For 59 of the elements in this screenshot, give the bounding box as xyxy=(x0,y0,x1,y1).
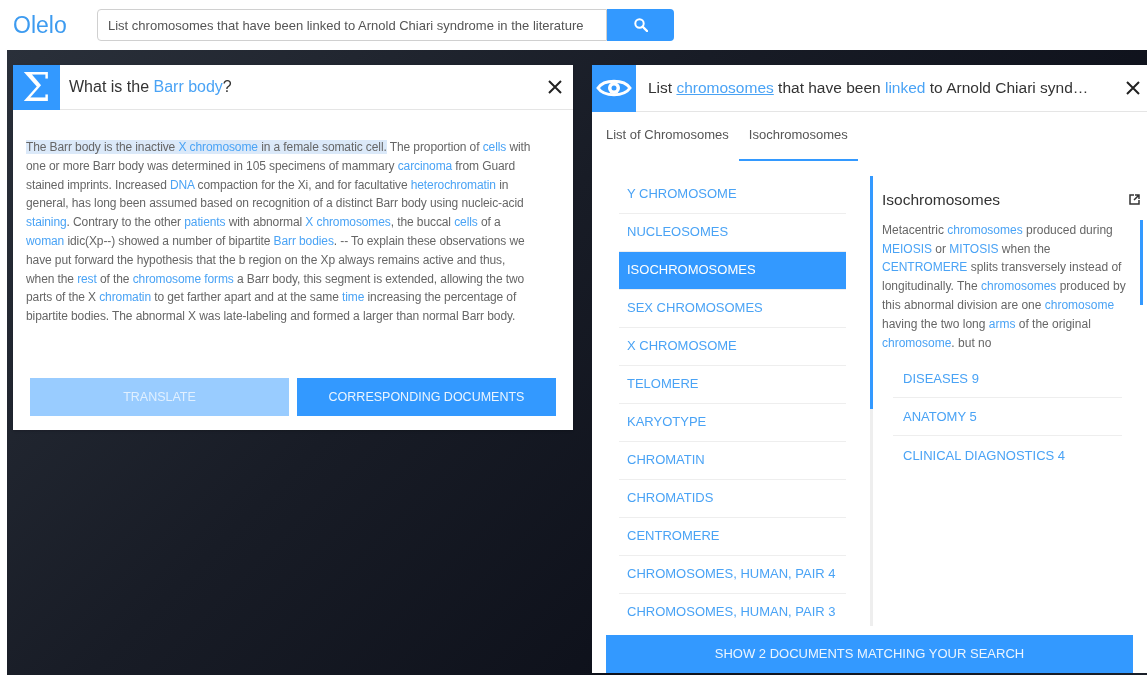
link[interactable]: chromosomes xyxy=(980,279,1057,294)
link[interactable]: woman xyxy=(26,234,65,248)
list-item[interactable]: KARYOTYPE xyxy=(619,403,846,442)
link[interactable]: MITOSIS xyxy=(949,241,999,256)
card-title: List chromosomes that have been linked to Arnold Chiari synd… xyxy=(648,78,1090,99)
sigma-icon: Σ xyxy=(13,64,60,110)
logo[interactable]: Olelo xyxy=(13,7,97,43)
link[interactable]: X chromosomes xyxy=(305,215,391,230)
search-field[interactable]: List chromosomes that have been linked to Arnold Chiari syndrome in the literature xyxy=(97,9,607,41)
link[interactable]: cells xyxy=(482,140,507,154)
tab[interactable]: List of Chromosomes xyxy=(606,125,729,161)
close-icon[interactable] xyxy=(1126,81,1140,95)
scrollbar-thumb[interactable] xyxy=(1140,219,1143,305)
list-item[interactable]: CHROMATIDS xyxy=(619,479,846,518)
list-item[interactable]: CHROMATIN xyxy=(619,441,846,480)
list-item[interactable]: CENTROMERE xyxy=(619,517,846,556)
search-icon xyxy=(633,18,648,32)
link[interactable]: heterochromatin xyxy=(410,177,496,192)
link[interactable]: X chromosome xyxy=(178,140,258,154)
list-item[interactable]: CHROMOSOMES, HUMAN, PAIR 4 xyxy=(619,555,846,594)
link[interactable]: arms xyxy=(988,316,1016,331)
documents-button[interactable]: CORRESPONDING DOCUMENTS xyxy=(297,378,556,416)
link[interactable]: Barr body xyxy=(153,78,223,95)
link[interactable]: patients xyxy=(184,215,226,230)
link[interactable]: MEIOSIS xyxy=(882,241,932,256)
list-item[interactable]: Y CHROMOSOME xyxy=(619,175,846,214)
category-link[interactable]: ANATOMY 5 xyxy=(893,398,1122,437)
link[interactable]: carcinoma xyxy=(397,158,453,173)
list-item[interactable]: TELOMERE xyxy=(619,365,846,404)
answer-paragraph: The Barr body is the inactive X chromosome in a female somatic cell. The proportion of cells with one or more Barr body was determined in 105 specimens of mammary carcinoma from Guard stained imprints. Increased DNA compaction for the Xi, and for facultative heterochromatin in general, has long been assumed based on recognition of a distinct Barr body using nucleic-acid staining. Contrary to the other patients with abnormal X chromosomes, the buccal cells of a woman idic(Xp--) showed a number of bipartite Barr bodies. -- To explain these observations we have put forward the hypothesis that the b region on the Xp always remains active and thus, when the rest of the chromosome forms a Barr body, this segment is extended, allowing the two parts of the X chromatin to get farther apart and at the same time increasing the percentage of bipartite bodies. The abnormal X was late-labeling and formed a larger than normal Barr body. xyxy=(26,139,532,326)
link[interactable]: staining xyxy=(26,215,67,230)
link[interactable]: DNA xyxy=(169,177,195,192)
link[interactable]: Barr bodies xyxy=(273,234,334,248)
close-icon[interactable] xyxy=(548,80,562,94)
list-item[interactable]: CHROMOSOMES, HUMAN, PAIR 3 xyxy=(619,593,846,626)
tab[interactable]: Isochromosomes xyxy=(738,125,858,161)
category-link[interactable]: CLINICAL DIAGNOSTICS 4 xyxy=(893,436,1122,475)
detail-description: Metacentric chromosomes produced during MEIOSIS or MITOSIS when the CENTROMERE splits transversely instead of longitudinally. The chromosomes produced by this abnormal division are one chromosome having the two long arms of the original chromosome. but no xyxy=(882,221,1127,352)
show-documents-button[interactable]: SHOW 2 DOCUMENTS MATCHING YOUR SEARCH xyxy=(606,634,1133,673)
detail-title: Isochromosomes xyxy=(882,189,1000,210)
link[interactable]: chromosome xyxy=(1044,297,1115,312)
link[interactable]: linked xyxy=(884,79,926,97)
link[interactable]: chromosomes xyxy=(947,222,1023,237)
external-link-icon[interactable] xyxy=(1129,193,1140,205)
list-item[interactable]: NUCLEOSOMES xyxy=(619,213,846,252)
category-link[interactable]: DISEASES 9 xyxy=(893,360,1122,399)
link[interactable]: rest xyxy=(77,271,97,286)
card-title: What is the Barr body? xyxy=(69,77,233,97)
link[interactable]: time xyxy=(342,290,365,305)
link[interactable]: chromosomes xyxy=(676,79,774,97)
link[interactable]: chromosome forms xyxy=(132,271,234,286)
list-item[interactable]: SEX CHROMOSOMES xyxy=(619,289,846,328)
list-item[interactable]: X CHROMOSOME xyxy=(619,327,846,366)
link[interactable]: chromatin xyxy=(99,290,151,305)
list-item[interactable]: ISOCHROMOSOMES xyxy=(619,251,846,290)
link[interactable]: cells xyxy=(454,215,478,230)
eye-icon xyxy=(596,77,632,99)
scrollbar-thumb[interactable] xyxy=(870,175,873,409)
link[interactable]: CENTROMERE xyxy=(882,260,968,275)
